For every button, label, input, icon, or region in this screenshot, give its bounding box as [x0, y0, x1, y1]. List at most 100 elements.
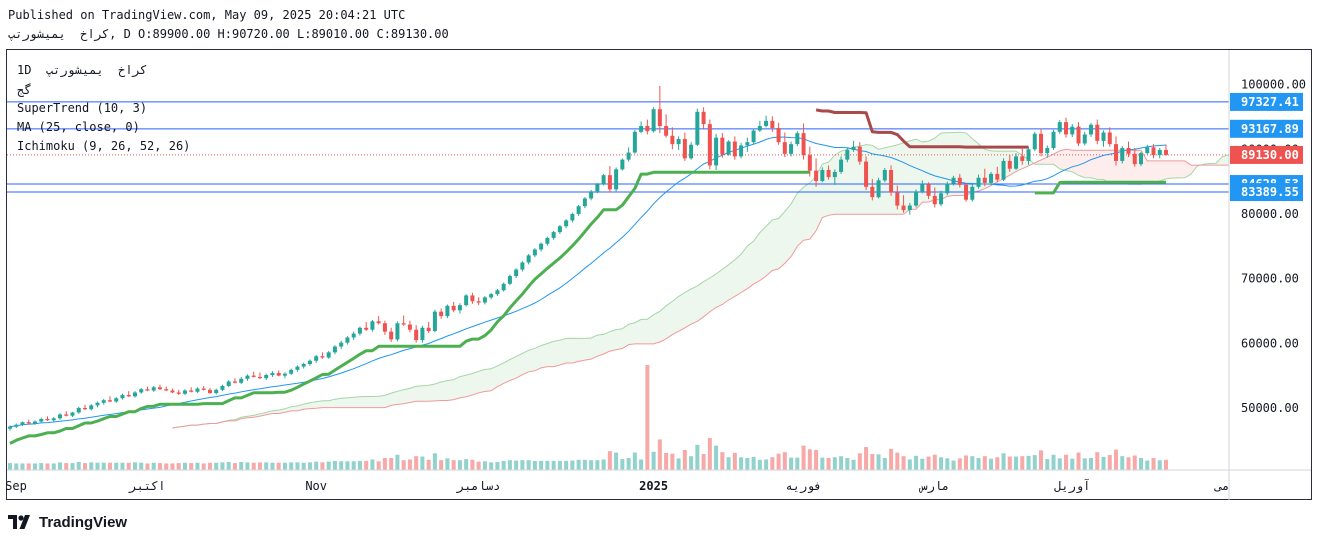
- legend-supertrend[interactable]: SuperTrend (10, 3): [17, 101, 147, 115]
- cloud-segment: [372, 396, 379, 408]
- candle-body: [576, 206, 581, 214]
- candle-body: [626, 152, 631, 160]
- cloud-segment: [559, 338, 567, 365]
- candle-body: [832, 171, 837, 178]
- candle-body: [901, 205, 906, 211]
- cloud-segment: [778, 211, 785, 269]
- candle-body: [407, 324, 412, 330]
- volume-bar: [1070, 458, 1075, 470]
- candle-body: [857, 146, 862, 162]
- candle-body: [1120, 148, 1125, 161]
- cloud-segment: [522, 350, 529, 375]
- candle-body: [14, 424, 19, 427]
- legend-ichimoku[interactable]: Ichimoku (9, 26, 52, 26): [17, 139, 190, 153]
- cloud-segment: [1178, 160, 1185, 178]
- volume-bar: [932, 454, 937, 470]
- tradingview-logo[interactable]: TradingView: [8, 512, 127, 532]
- volume-bar: [207, 462, 212, 470]
- volume-bar: [901, 456, 906, 470]
- volume-bar: [382, 458, 387, 470]
- volume-bar: [739, 457, 744, 470]
- volume-bar: [289, 462, 294, 470]
- candle-body: [795, 133, 800, 145]
- candle-body: [676, 138, 681, 145]
- volume-bar: [420, 456, 425, 470]
- volume-bar: [720, 452, 725, 470]
- price-tag-label: 89130.00: [1241, 148, 1299, 162]
- cloud-segment: [716, 269, 723, 308]
- volume-bar: [1157, 460, 1162, 470]
- volume-bar: [257, 462, 262, 470]
- cloud-segment: [322, 400, 329, 408]
- volume-bar: [314, 461, 319, 470]
- candle-body: [895, 192, 900, 206]
- volume-bar: [1139, 458, 1144, 470]
- candle-body: [114, 398, 119, 402]
- legend-ma[interactable]: MA (25, close, 0): [17, 120, 140, 134]
- cloud-segment: [809, 175, 817, 240]
- volume-bar: [789, 457, 794, 470]
- candle-body: [307, 360, 312, 364]
- volume-bar: [476, 461, 481, 470]
- volume-bar: [89, 462, 94, 470]
- candle-body: [889, 169, 894, 193]
- volume-bar: [670, 453, 675, 470]
- cloud-segment: [509, 356, 517, 381]
- candle-body: [89, 405, 94, 410]
- volume-bar: [64, 463, 69, 470]
- cloud-segment: [1084, 150, 1092, 178]
- candle-body: [376, 321, 381, 324]
- cloud-segment: [872, 145, 879, 215]
- volume-bar: [95, 462, 100, 470]
- volume-bar: [857, 453, 862, 470]
- candle-body: [726, 141, 731, 155]
- volume-bar: [439, 460, 444, 470]
- candle-body: [645, 126, 650, 132]
- candle-body: [82, 407, 87, 410]
- volume-bar: [551, 460, 556, 470]
- volume-bar: [451, 460, 456, 470]
- candle-body: [545, 237, 550, 244]
- candle-body: [195, 388, 200, 392]
- cloud-segment: [359, 396, 367, 408]
- volume-bar: [1089, 458, 1094, 470]
- cloud-segment: [566, 338, 573, 364]
- volume-bar: [601, 459, 606, 470]
- volume-bar: [764, 459, 769, 470]
- volume-bar: [1164, 459, 1168, 470]
- volume-bar: [151, 462, 156, 470]
- volume-bar: [639, 459, 644, 470]
- cloud-segment: [1059, 149, 1067, 171]
- candle-body: [8, 426, 12, 429]
- candle-body: [257, 376, 262, 379]
- volume-bar: [907, 459, 912, 470]
- price-labels: 97327.4193167.8989130.0084628.5383389.55: [1230, 92, 1303, 202]
- volume-bar: [695, 444, 700, 470]
- volume-bar: [82, 463, 87, 470]
- cloud-segment: [1166, 160, 1173, 179]
- volume-bar: [920, 458, 925, 470]
- candle-body: [45, 418, 50, 421]
- x-tick-label: فوریه: [786, 479, 822, 494]
- cloud-segment: [603, 331, 610, 354]
- candle-body: [651, 109, 656, 132]
- x-tick-label: اکتبر: [128, 479, 165, 494]
- volume-bar: [26, 463, 31, 470]
- volume-bar: [132, 462, 137, 470]
- legend-symbol[interactable]: 1D كراخ يميشورتپ: [17, 63, 147, 77]
- candle-body: [807, 155, 812, 171]
- volume-bar: [989, 458, 994, 470]
- candle-body: [295, 366, 300, 370]
- volume-bar: [564, 460, 569, 470]
- candle-body: [539, 243, 544, 250]
- candle-body: [495, 290, 500, 295]
- volume-bar: [614, 452, 619, 470]
- volume-bar: [232, 463, 237, 470]
- volume-bar: [701, 454, 706, 470]
- price-chart[interactable]: 100000.0090000.0080000.0070000.0060000.0…: [0, 0, 1320, 541]
- candle-body: [845, 149, 850, 160]
- volume-bar: [20, 463, 25, 470]
- cloud-segment: [534, 345, 542, 371]
- volume-bar: [864, 447, 869, 470]
- candle-body: [1126, 148, 1131, 154]
